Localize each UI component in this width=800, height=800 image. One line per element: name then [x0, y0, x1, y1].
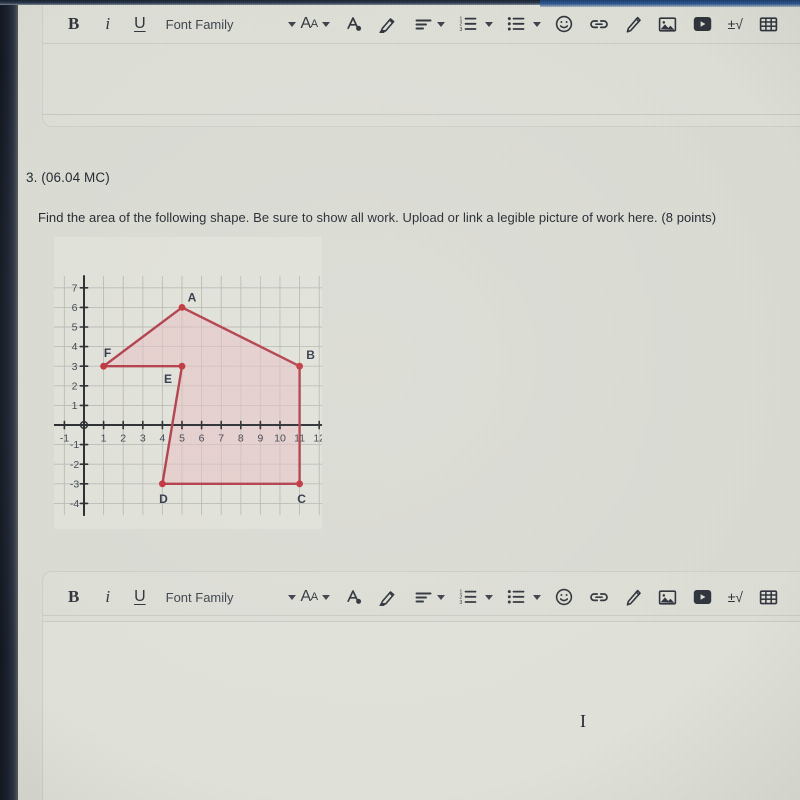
axis-tick-label: 3	[72, 361, 78, 373]
insert-table-button[interactable]	[759, 582, 778, 612]
vertex-label-B: B	[306, 348, 315, 362]
text-color-button[interactable]	[346, 582, 362, 612]
laptop-bezel-top-highlight	[540, 0, 800, 7]
emoji-button[interactable]	[555, 582, 573, 612]
link-button[interactable]	[589, 582, 609, 612]
axis-tick-label: -2	[70, 459, 79, 471]
attachment-button[interactable]	[625, 9, 642, 39]
page-divider	[42, 114, 800, 115]
bold-button[interactable]: B	[68, 582, 79, 612]
bullet-list-button[interactable]	[507, 9, 525, 39]
axis-tick-label: 3	[140, 433, 146, 445]
text-color-button[interactable]	[346, 9, 362, 39]
insert-image-button[interactable]	[658, 9, 677, 39]
italic-button[interactable]: i	[105, 9, 110, 39]
insert-video-button[interactable]	[693, 582, 712, 612]
text-cursor-icon: I	[580, 711, 586, 731]
axis-tick-label: 8	[238, 433, 244, 445]
axis-tick-label: -4	[70, 498, 79, 510]
axis-tick-label: 1	[72, 400, 78, 412]
axis-tick-label: 9	[257, 433, 263, 445]
axis-tick-label: 2	[120, 433, 126, 445]
laptop-bezel-left	[0, 0, 18, 800]
laptop-screen: Bi U Font Family A A 1 2 3 ±√ 3. (06.04 MC) Find…	[18, 0, 800, 800]
highlight-button[interactable]	[378, 582, 397, 612]
align-chevron-down-icon[interactable]	[436, 21, 445, 27]
emoji-button[interactable]	[555, 9, 573, 39]
font-family-chevron-down-icon[interactable]	[287, 594, 296, 600]
attachment-button[interactable]	[625, 582, 642, 612]
equation-button[interactable]: ±√	[728, 582, 743, 612]
numbered-list-button[interactable]: 123	[459, 9, 477, 39]
bullet-list-chevron-down-icon[interactable]	[532, 594, 541, 600]
axis-tick-label: 6	[199, 433, 205, 445]
coordinate-graph-figure: -11234567891011127654321-1-2-3-4ABCDEF	[54, 237, 322, 529]
bullet-list-chevron-down-icon[interactable]	[532, 21, 541, 27]
align-button[interactable]	[415, 582, 432, 612]
rich-text-toolbar-bottom[interactable]: Bi U Font Family A A 1 2 3 ±√	[42, 575, 800, 619]
highlight-button[interactable]	[378, 9, 397, 39]
font-size-dropdown[interactable]: AA	[301, 582, 319, 612]
vertex-label-D: D	[159, 492, 168, 506]
vertex-label-F: F	[104, 346, 111, 360]
toolbar-separator	[43, 43, 800, 44]
insert-image-button[interactable]	[658, 582, 677, 612]
font-family-dropdown[interactable]: Font Family	[166, 582, 234, 612]
axis-tick-label: 7	[72, 282, 78, 294]
font-size-chevron-down-icon[interactable]	[321, 594, 330, 600]
screenshot-photo: Bi U Font Family A A 1 2 3 ±√ 3. (06.04 MC) Find…	[0, 0, 800, 800]
svg-text:3: 3	[459, 27, 462, 32]
numbered-list-chevron-down-icon[interactable]	[484, 594, 493, 600]
toolbar-separator	[43, 615, 800, 616]
link-button[interactable]	[589, 9, 609, 39]
font-family-dropdown[interactable]: Font Family	[166, 9, 234, 39]
insert-table-button[interactable]	[759, 9, 778, 39]
axis-tick-label: -1	[60, 433, 69, 445]
font-size-chevron-down-icon[interactable]	[321, 21, 330, 27]
underline-button[interactable]: U	[134, 582, 146, 612]
axis-tick-label: 10	[274, 433, 286, 445]
numbered-list-button[interactable]: 123	[459, 582, 477, 612]
font-family-chevron-down-icon[interactable]	[287, 21, 296, 27]
axis-tick-label: 7	[218, 433, 224, 445]
equation-button[interactable]: ±√	[728, 9, 743, 39]
italic-button[interactable]: i	[105, 582, 110, 612]
answer-editor-textarea[interactable]	[43, 621, 800, 800]
align-button[interactable]	[415, 9, 432, 39]
axis-tick-label: -1	[70, 439, 79, 451]
axis-tick-label: 6	[72, 302, 78, 314]
insert-video-button[interactable]	[693, 9, 712, 39]
axis-tick-label: 5	[72, 322, 78, 334]
axis-tick-label: 1	[101, 433, 107, 445]
axis-tick-label: 12	[313, 433, 322, 445]
svg-text:3: 3	[459, 600, 462, 605]
axis-tick-label: 2	[72, 380, 78, 392]
font-size-dropdown[interactable]: AA	[301, 9, 319, 39]
numbered-list-chevron-down-icon[interactable]	[484, 21, 493, 27]
question-prompt: Find the area of the following shape. Be…	[38, 210, 717, 225]
align-chevron-down-icon[interactable]	[436, 594, 445, 600]
axis-tick-label: 4	[72, 341, 78, 353]
coordinate-plane-svg: -11234567891011127654321-1-2-3-4ABCDEF	[54, 237, 322, 529]
bold-button[interactable]: B	[68, 9, 79, 39]
axis-tick-label: 5	[179, 433, 185, 445]
vertex-label-A: A	[188, 290, 197, 304]
bullet-list-button[interactable]	[507, 582, 525, 612]
vertex-label-E: E	[164, 372, 172, 386]
question-number: 3. (06.04 MC)	[26, 170, 110, 185]
rich-text-toolbar-top[interactable]: Bi U Font Family A A 1 2 3 ±√	[42, 2, 800, 46]
underline-button[interactable]: U	[134, 9, 146, 39]
axis-tick-label: 4	[159, 433, 165, 445]
vertex-label-C: C	[297, 492, 306, 506]
axis-tick-label: -3	[70, 478, 79, 490]
